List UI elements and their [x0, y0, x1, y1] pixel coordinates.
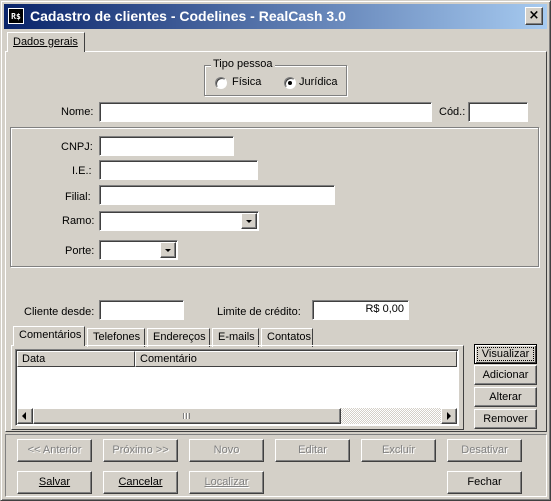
grid-header-comentario[interactable]: Comentário: [135, 351, 457, 367]
desativar-button[interactable]: Desativar: [447, 439, 522, 462]
radio-juridica[interactable]: [284, 77, 296, 89]
cnpj-field[interactable]: [99, 136, 234, 156]
salvar-label: Salvar: [38, 476, 71, 488]
cancelar-button[interactable]: Cancelar: [103, 471, 178, 494]
editar-button[interactable]: Editar: [275, 439, 350, 462]
scroll-thumb-grip-icon: [183, 413, 190, 419]
localizar-label: Localizar: [204, 476, 249, 488]
limite-credito-field[interactable]: R$ 0,00: [312, 300, 409, 320]
scroll-right-icon[interactable]: [441, 408, 457, 424]
cod-label: Cód.:: [439, 106, 466, 118]
porte-label: Porte:: [65, 245, 95, 257]
nome-label: Nome:: [61, 106, 94, 118]
cliente-desde-label: Cliente desde:: [24, 306, 95, 318]
tab-comentarios[interactable]: Comentários: [13, 326, 85, 346]
app-icon: R$: [8, 8, 24, 24]
anterior-button[interactable]: << Anterior: [17, 439, 92, 462]
ramo-dropdown-arrow-icon[interactable]: [241, 213, 257, 229]
cliente-desde-field[interactable]: [99, 300, 184, 320]
ie-label: I.E.:: [72, 165, 92, 177]
salvar-button[interactable]: Salvar: [17, 471, 92, 494]
alterar-button[interactable]: Alterar: [474, 387, 537, 407]
filial-label: Filial:: [65, 191, 91, 203]
visualizar-button[interactable]: Visualizar: [474, 344, 537, 364]
radio-juridica-label[interactable]: Jurídica: [299, 76, 338, 88]
fechar-button[interactable]: Fechar: [447, 471, 522, 494]
cod-field[interactable]: [468, 102, 528, 122]
grid-header-data[interactable]: Data: [17, 351, 135, 367]
porte-dropdown-arrow-icon[interactable]: [160, 242, 176, 258]
close-button[interactable]: ×: [525, 7, 543, 25]
limite-credito-label: Limite de crédito:: [217, 306, 301, 318]
ramo-label: Ramo:: [62, 215, 95, 227]
app-window: R$ Cadastro de clientes - Codelines - Re…: [0, 0, 551, 501]
tab-dados-gerais[interactable]: Dados gerais: [7, 32, 85, 52]
nome-field[interactable]: [99, 102, 432, 122]
scroll-thumb[interactable]: [33, 408, 341, 424]
radio-fisica[interactable]: [215, 77, 227, 89]
porte-combobox[interactable]: [99, 240, 178, 260]
localizar-button[interactable]: Localizar: [189, 471, 264, 494]
cnpj-label: CNPJ:: [61, 141, 93, 153]
excluir-button[interactable]: Excluir: [361, 439, 436, 462]
ie-field[interactable]: [99, 160, 258, 180]
cancelar-label: Cancelar: [118, 476, 163, 488]
radio-fisica-label[interactable]: Física: [232, 76, 261, 88]
ramo-combobox[interactable]: [99, 211, 259, 231]
tab-dados-gerais-label: Dados gerais: [13, 36, 78, 48]
remover-button[interactable]: Remover: [474, 409, 537, 429]
tipo-pessoa-legend: Tipo pessoa: [211, 58, 275, 70]
adicionar-button[interactable]: Adicionar: [474, 365, 537, 385]
novo-button[interactable]: Novo: [189, 439, 264, 462]
proximo-button[interactable]: Próximo >>: [103, 439, 178, 462]
scroll-left-icon[interactable]: [17, 408, 33, 424]
filial-field[interactable]: [99, 185, 335, 205]
title-bar[interactable]: R$ Cadastro de clientes - Codelines - Re…: [4, 4, 547, 29]
window-title: Cadastro de clientes - Codelines - RealC…: [30, 8, 346, 24]
